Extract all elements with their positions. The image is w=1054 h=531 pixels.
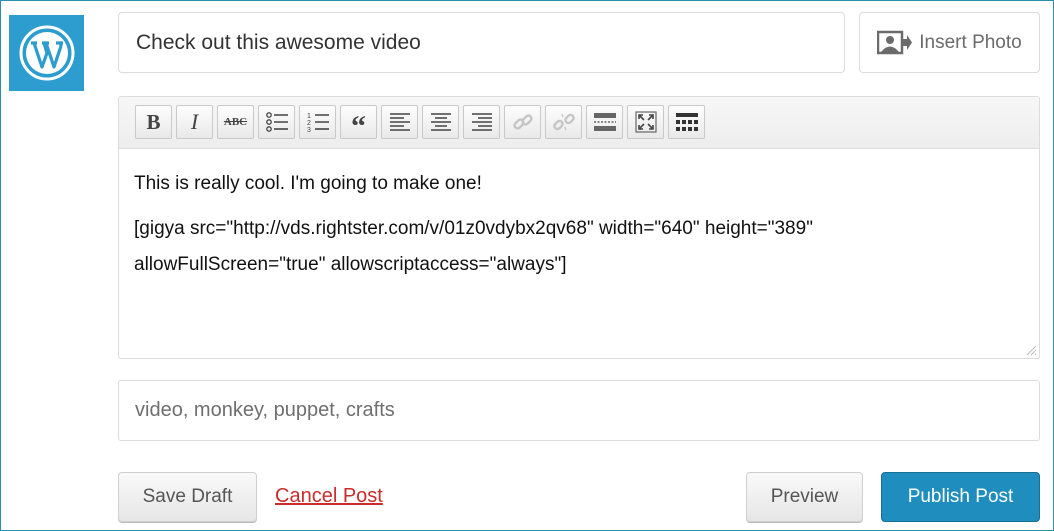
bold-button[interactable]: B — [135, 105, 172, 139]
post-editor-panel: Insert Photo B I ABC 1 2 3 “ — [0, 0, 1054, 531]
unlink-icon — [552, 113, 575, 131]
blockquote-icon: “ — [351, 110, 366, 143]
editor-toolbar: B I ABC 1 2 3 “ — [119, 97, 1039, 149]
content-paragraph: This is really cool. I'm going to make o… — [134, 173, 482, 194]
bulleted-list-icon — [265, 112, 288, 132]
insert-photo-icon — [877, 30, 913, 54]
numbered-list-icon: 1 2 3 — [307, 113, 329, 134]
fullscreen-icon — [634, 111, 657, 133]
kitchen-sink-icon — [675, 113, 698, 131]
shortcode-line: allowFullScreen="true" allowscriptaccess… — [134, 254, 567, 275]
svg-text:3: 3 — [307, 127, 311, 134]
align-left-button[interactable] — [381, 105, 418, 139]
align-right-icon — [471, 113, 492, 131]
fullscreen-button[interactable] — [627, 105, 664, 139]
insert-link-button[interactable] — [504, 105, 541, 139]
align-center-icon — [430, 113, 451, 131]
align-right-button[interactable] — [463, 105, 500, 139]
kitchen-sink-button[interactable] — [668, 105, 705, 139]
cancel-post-link[interactable]: Cancel Post — [275, 485, 383, 508]
editor-content-area[interactable]: This is really cool. I'm going to make o… — [119, 149, 1039, 283]
italic-button[interactable]: I — [176, 105, 213, 139]
insert-photo-button[interactable]: Insert Photo — [859, 12, 1040, 73]
remove-link-button[interactable] — [545, 105, 582, 139]
bold-icon: B — [146, 109, 161, 134]
svg-text:2: 2 — [307, 120, 311, 127]
link-icon — [512, 114, 533, 130]
blockquote-button[interactable]: “ — [340, 105, 377, 143]
save-draft-button[interactable]: Save Draft — [118, 472, 257, 522]
content-shortcode: [gigya src="http://vds.rightster.com/v/0… — [134, 211, 1024, 283]
svg-text:1: 1 — [307, 113, 311, 120]
content-editor: B I ABC 1 2 3 “ This is really cool. I'm… — [118, 96, 1040, 359]
tags-input[interactable] — [118, 380, 1040, 441]
wordpress-logo — [9, 15, 84, 91]
insert-photo-label: Insert Photo — [919, 31, 1022, 53]
bulleted-list-button[interactable] — [258, 105, 295, 139]
post-title-input[interactable] — [118, 12, 845, 73]
wordpress-icon — [19, 25, 74, 81]
resize-handle-icon[interactable] — [1025, 344, 1037, 356]
align-left-icon — [389, 113, 410, 131]
align-center-button[interactable] — [422, 105, 459, 139]
strikethrough-button[interactable]: ABC — [217, 105, 254, 139]
preview-button[interactable]: Preview — [746, 472, 863, 522]
numbered-list-button[interactable]: 1 2 3 — [299, 105, 336, 139]
italic-icon: I — [190, 109, 199, 134]
strikethrough-icon: ABC — [223, 116, 248, 128]
more-tag-icon — [593, 113, 616, 131]
shortcode-line: [gigya src="http://vds.rightster.com/v/0… — [134, 218, 813, 239]
insert-more-button[interactable] — [586, 105, 623, 139]
publish-post-button[interactable]: Publish Post — [881, 472, 1040, 522]
